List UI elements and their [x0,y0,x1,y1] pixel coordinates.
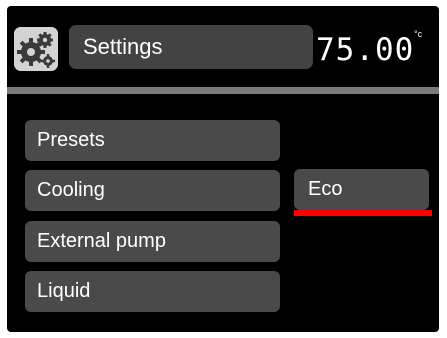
temperature-unit: °c [414,29,423,39]
menu-item-external-pump[interactable]: External pump [25,221,280,262]
temperature-readout: 75.00 [316,32,415,68]
menu-item-cooling[interactable]: Cooling [25,170,280,211]
header-divider [7,87,439,94]
gears-icon[interactable] [14,27,58,71]
page-title: Settings [69,25,313,69]
selection-indicator [294,210,432,216]
device-screen: Settings 75.00 °c Presets Cooling Extern… [0,0,447,338]
cooling-mode-option[interactable]: Eco [294,169,429,210]
menu-item-liquid[interactable]: Liquid [25,271,280,312]
menu-item-presets[interactable]: Presets [25,120,280,161]
